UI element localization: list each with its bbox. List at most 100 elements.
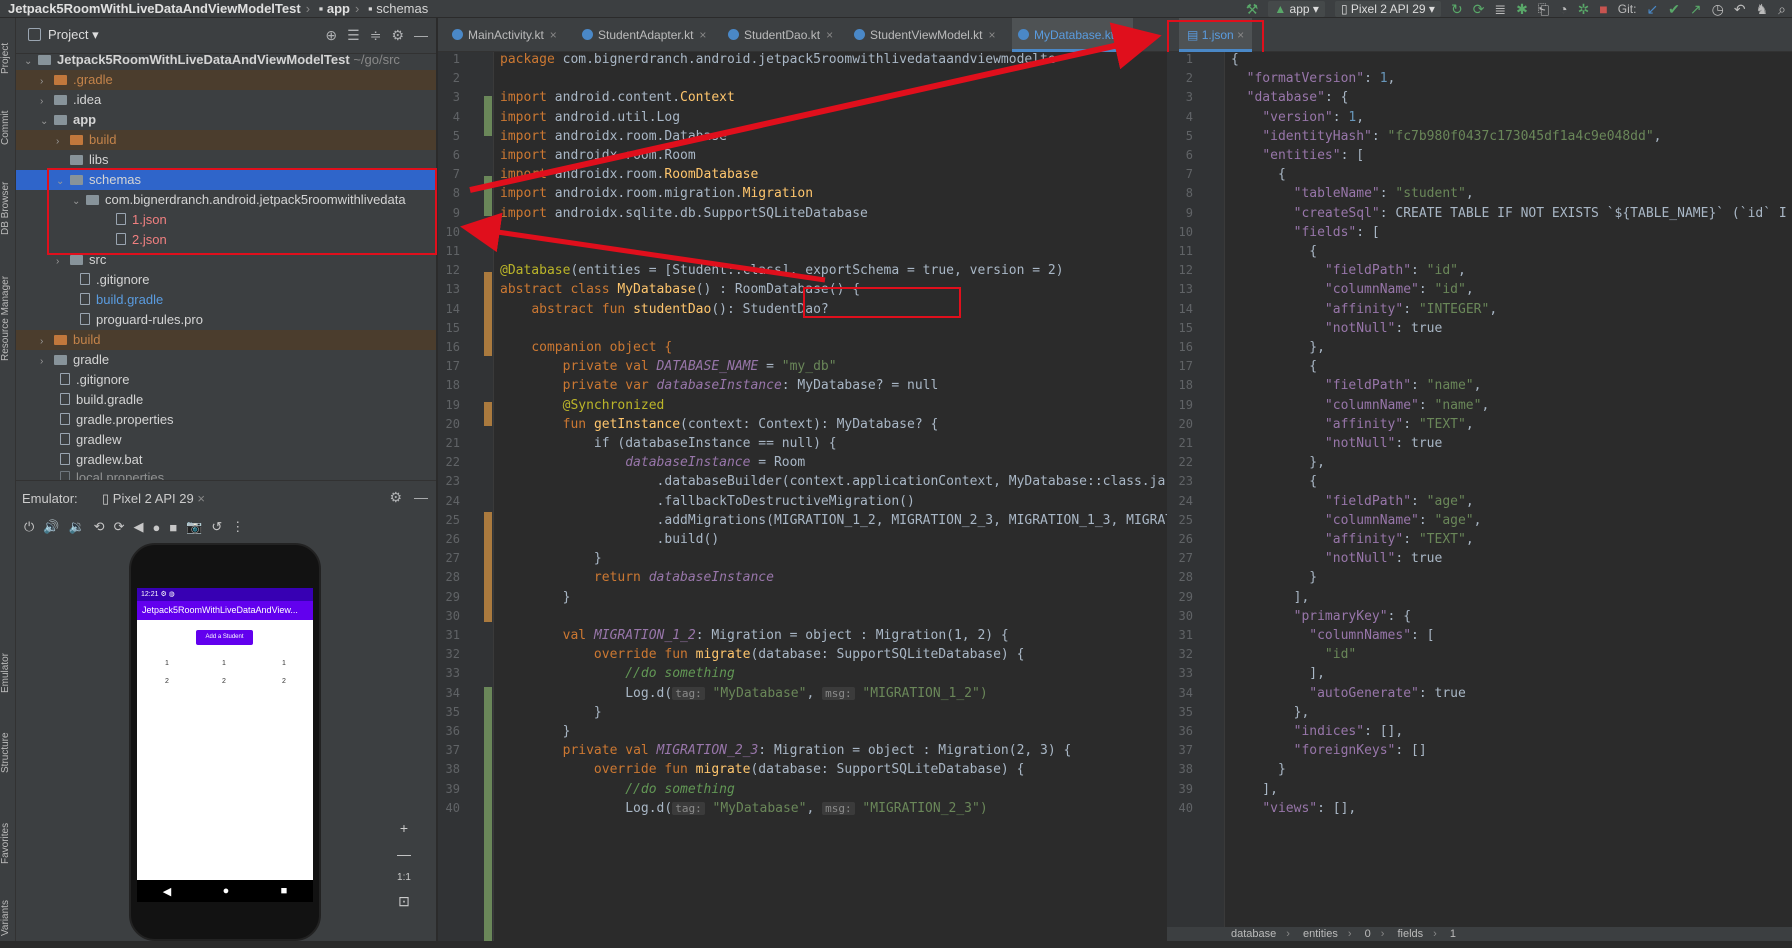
add-student-button[interactable]: Add a Student xyxy=(196,630,253,645)
json-line[interactable]: "columnNames": [ xyxy=(1231,628,1434,643)
debug-icon[interactable]: ✱ xyxy=(1516,0,1528,18)
code-line[interactable]: private val DATABASE_NAME = "my_db" xyxy=(500,359,837,374)
hide-icon[interactable]: — xyxy=(414,489,428,506)
json-line[interactable]: } xyxy=(1231,762,1286,777)
code-line[interactable]: } xyxy=(500,551,602,566)
json-line[interactable]: ], xyxy=(1231,666,1325,681)
overview-icon[interactable]: ■ xyxy=(281,885,288,897)
code-line[interactable]: override fun migrate(database: SupportSQ… xyxy=(500,647,1024,662)
json-editor[interactable]: 1 2 3 4 5 6 7 8 9 10 11 12 13 14 15 16 17 18 19 20 21 22 23 24 2… xyxy=(1167,52,1792,927)
json-line[interactable]: "fieldPath": "id", xyxy=(1231,263,1466,278)
code-line[interactable]: @Synchronized xyxy=(500,398,665,413)
code-line[interactable]: //do something xyxy=(500,666,735,681)
breadcrumb-project[interactable]: Jetpack5RoomWithLiveDataAndViewModelTest xyxy=(8,1,301,16)
history-icon[interactable]: ◷ xyxy=(1712,0,1724,18)
json-line[interactable]: "notNull": true xyxy=(1231,436,1442,451)
profile-icon[interactable]: ◔ xyxy=(1559,0,1567,18)
json-path-part[interactable]: 1 xyxy=(1450,928,1456,940)
tree-item-app-build-gradle[interactable]: build.gradle xyxy=(16,290,436,310)
emulator-device-tab[interactable]: ▯ Pixel 2 API 29 × xyxy=(102,491,205,507)
variants-tool-tab[interactable]: Variants xyxy=(0,888,16,948)
more-icon[interactable]: ⋮ xyxy=(231,519,244,535)
json-line[interactable]: ], xyxy=(1231,782,1278,797)
json-line[interactable]: { xyxy=(1231,167,1286,182)
code-line[interactable]: } xyxy=(500,724,571,739)
code-line[interactable]: import android.util.Log xyxy=(500,110,680,125)
tree-item-root-gitignore[interactable]: .gitignore xyxy=(16,370,436,390)
db-browser-tool-tab[interactable]: DB Browser xyxy=(0,168,16,248)
collapse-all-icon[interactable]: ≑ xyxy=(370,27,382,44)
locate-icon[interactable]: ⊕ xyxy=(325,27,337,44)
json-line[interactable]: "formatVersion": 1, xyxy=(1231,71,1396,86)
tab-my-database[interactable]: MyDatabase.kt × xyxy=(1012,18,1134,52)
code-line[interactable]: databaseInstance = Room xyxy=(500,455,805,470)
code-line[interactable]: import androidx.room.migration.Migration xyxy=(500,186,813,201)
json-line[interactable]: "autoGenerate": true xyxy=(1231,686,1466,701)
code-line[interactable]: .addMigrations(MIGRATION_1_2, MIGRATION_… xyxy=(500,513,1167,528)
gradle-icon[interactable]: ♞ xyxy=(1756,0,1769,18)
resource-manager-tool-tab[interactable]: Resource Manager xyxy=(0,258,16,378)
json-line[interactable]: }, xyxy=(1231,705,1310,720)
code-editor[interactable]: 1 2 3 4 5 6 7 8 9 10 11 12 13 14 15 16 17 18 19 20 21 22 23 24 2… xyxy=(438,52,1167,941)
breadcrumb-schemas[interactable]: schemas xyxy=(376,1,428,16)
power-icon[interactable]: ⏻ xyxy=(24,519,34,535)
tree-item-app[interactable]: ⌄ app xyxy=(16,110,436,130)
apply-code-icon[interactable]: ⟳ xyxy=(1473,0,1485,18)
code-line[interactable]: if (databaseInstance == null) { xyxy=(500,436,837,451)
breadcrumb-app[interactable]: app xyxy=(327,1,350,16)
json-line[interactable]: { xyxy=(1231,52,1239,67)
tree-item-app-gitignore[interactable]: .gitignore xyxy=(16,270,436,290)
tree-item-gradle[interactable]: › gradle xyxy=(16,350,436,370)
code-line[interactable]: companion object { xyxy=(500,340,672,355)
snapshot-icon[interactable]: ↺ xyxy=(211,519,222,535)
code-line[interactable]: override fun migrate(database: SupportSQ… xyxy=(500,762,1024,777)
zoom-in-icon[interactable]: + xyxy=(400,820,408,836)
json-line[interactable]: "affinity": "TEXT", xyxy=(1231,417,1474,432)
json-line[interactable]: { xyxy=(1231,244,1317,259)
tree-item-libs[interactable]: libs xyxy=(16,150,436,170)
code-line[interactable]: private var databaseInstance: MyDatabase… xyxy=(500,378,939,393)
code-line[interactable]: //do something xyxy=(500,782,735,797)
code-line[interactable]: .build() xyxy=(500,532,720,547)
json-line[interactable]: "id" xyxy=(1231,647,1356,662)
tree-item-root-build[interactable]: › build xyxy=(16,330,436,350)
json-line[interactable]: "identityHash": "fc7b980f0437c173045df1a… xyxy=(1231,129,1661,144)
gear-icon[interactable]: ⚙ xyxy=(391,27,404,44)
code-line[interactable]: import androidx.room.Database xyxy=(500,129,727,144)
json-line[interactable]: "createSql": CREATE TABLE IF NOT EXISTS … xyxy=(1231,206,1787,221)
json-line[interactable]: }, xyxy=(1231,340,1325,355)
json-line[interactable]: "version": 1, xyxy=(1231,110,1364,125)
zoom-actual-size[interactable]: 1:1 xyxy=(397,872,411,883)
tree-item-project-root[interactable]: ⌄ Jetpack5RoomWithLiveDataAndViewModelTes… xyxy=(16,50,436,70)
back-icon[interactable]: ◀ xyxy=(163,885,171,898)
json-line[interactable]: { xyxy=(1231,474,1317,489)
sync-icon[interactable]: ≣ xyxy=(1494,0,1506,18)
code-line[interactable]: .databaseBuilder(context.applicationCont… xyxy=(500,474,1166,489)
tree-item-gradlew[interactable]: gradlew xyxy=(16,430,436,450)
zoom-fit-icon[interactable]: ⊡ xyxy=(398,893,410,910)
code-line[interactable]: } xyxy=(500,590,571,605)
git-update-icon[interactable]: ↙ xyxy=(1646,0,1658,18)
run-config-select[interactable]: ▲ app ▾ xyxy=(1268,1,1325,17)
code-line[interactable]: package com.bignerdranch.android.jetpack… xyxy=(500,52,1056,67)
commit-tool-tab[interactable]: Commit xyxy=(0,98,16,158)
code-line[interactable]: import androidx.room.RoomDatabase xyxy=(500,167,758,182)
home-icon[interactable]: ● xyxy=(152,520,160,535)
tree-item-root-build-gradle[interactable]: build.gradle xyxy=(16,390,436,410)
code-line[interactable]: Log.d(tag: "MyDatabase", msg: "MIGRATION… xyxy=(500,801,987,816)
json-line[interactable]: } xyxy=(1231,570,1317,585)
json-line[interactable]: ], xyxy=(1231,590,1310,605)
json-line[interactable]: "notNull": true xyxy=(1231,551,1442,566)
tree-item-proguard[interactable]: proguard-rules.pro xyxy=(16,310,436,330)
code-line[interactable]: .fallbackToDestructiveMigration() xyxy=(500,494,915,509)
code-line[interactable]: return databaseInstance xyxy=(500,570,774,585)
tree-item-app-build[interactable]: › build xyxy=(16,130,436,150)
code-line[interactable]: abstract fun studentDao(): StudentDao? xyxy=(500,302,828,317)
json-path-part[interactable]: 0 xyxy=(1365,928,1371,940)
json-line[interactable]: "foreignKeys": [] xyxy=(1231,743,1427,758)
json-line[interactable]: "affinity": "TEXT", xyxy=(1231,532,1474,547)
project-tool-tab[interactable]: Project xyxy=(0,28,16,88)
json-line[interactable]: "indices": [], xyxy=(1231,724,1404,739)
json-line[interactable]: "views": [], xyxy=(1231,801,1356,816)
json-line[interactable]: "columnName": "name", xyxy=(1231,398,1489,413)
